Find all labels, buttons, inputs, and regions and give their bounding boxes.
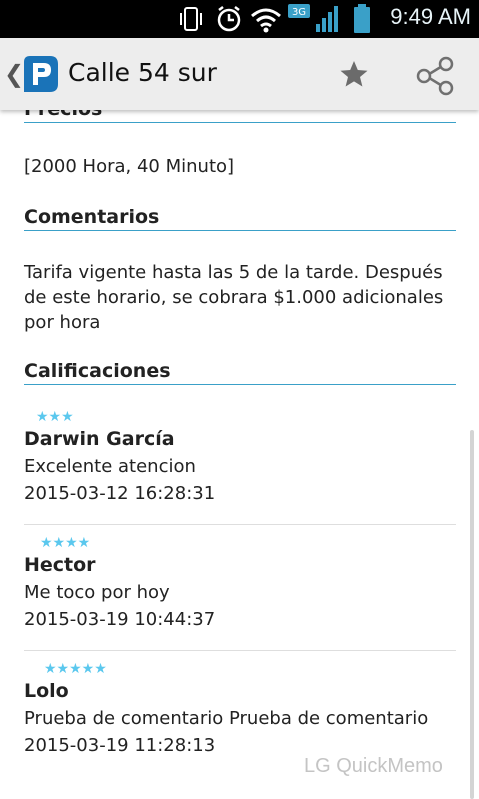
divider [24, 524, 456, 525]
review-item: Hector Me toco por hoy 2015-03-19 10:44:… [24, 552, 456, 630]
scrollbar[interactable] [470, 430, 474, 799]
review-comment: Prueba de comentario Prueba de comentari… [24, 708, 429, 729]
calificaciones-header: Calificaciones [24, 360, 456, 385]
status-bar: 3G 9:49 AM [0, 0, 479, 38]
review-item: ★★★★ [24, 534, 456, 552]
status-time: 9:49 AM [390, 4, 471, 29]
comentarios-header: Comentarios [24, 206, 456, 231]
review-item: ★★★ [24, 408, 456, 426]
rating-stars: ★★★ [36, 409, 74, 425]
review-item: ★★★★★ [24, 660, 456, 678]
page-title: Calle 54 sur [68, 58, 217, 87]
review-date: 2015-03-19 11:28:13 [24, 735, 216, 756]
action-bar: ❮ Calle 54 sur [0, 38, 479, 110]
review-date: 2015-03-19 10:44:37 [24, 609, 216, 630]
review-date: 2015-03-12 16:28:31 [24, 483, 216, 504]
alarm-icon [217, 6, 241, 32]
rating-stars: ★★★★★ [44, 661, 107, 677]
signal-icon: 3G [288, 4, 338, 32]
reviewer-name: Darwin García [24, 428, 175, 450]
detail-content[interactable]: Precios [2000 Hora, 40 Minuto] Comentari… [0, 110, 479, 799]
wifi-icon [251, 8, 281, 33]
review-comment: Excelente atencion [24, 456, 196, 477]
divider [24, 650, 456, 651]
precios-header: Precios [24, 110, 456, 123]
review-item: Darwin García Excelente atencion 2015-03… [24, 426, 456, 504]
favorite-star-icon[interactable] [338, 58, 370, 90]
watermark: LG QuickMemo [304, 755, 443, 777]
rating-stars: ★★★★ [40, 535, 91, 551]
share-icon[interactable] [414, 56, 456, 96]
svg-text:3G: 3G [292, 7, 306, 18]
precios-value: [2000 Hora, 40 Minuto] [24, 156, 235, 177]
reviewer-name: Lolo [24, 680, 69, 702]
review-item: Lolo Prueba de comentario Prueba de come… [24, 678, 456, 756]
review-comment: Me toco por hoy [24, 582, 170, 603]
vibrate-icon [180, 7, 202, 31]
app-logo-icon[interactable] [20, 54, 60, 94]
battery-icon [354, 4, 370, 33]
reviewer-name: Hector [24, 554, 96, 576]
comentarios-text: Tarifa vigente hasta las 5 de la tarde. … [24, 262, 444, 333]
